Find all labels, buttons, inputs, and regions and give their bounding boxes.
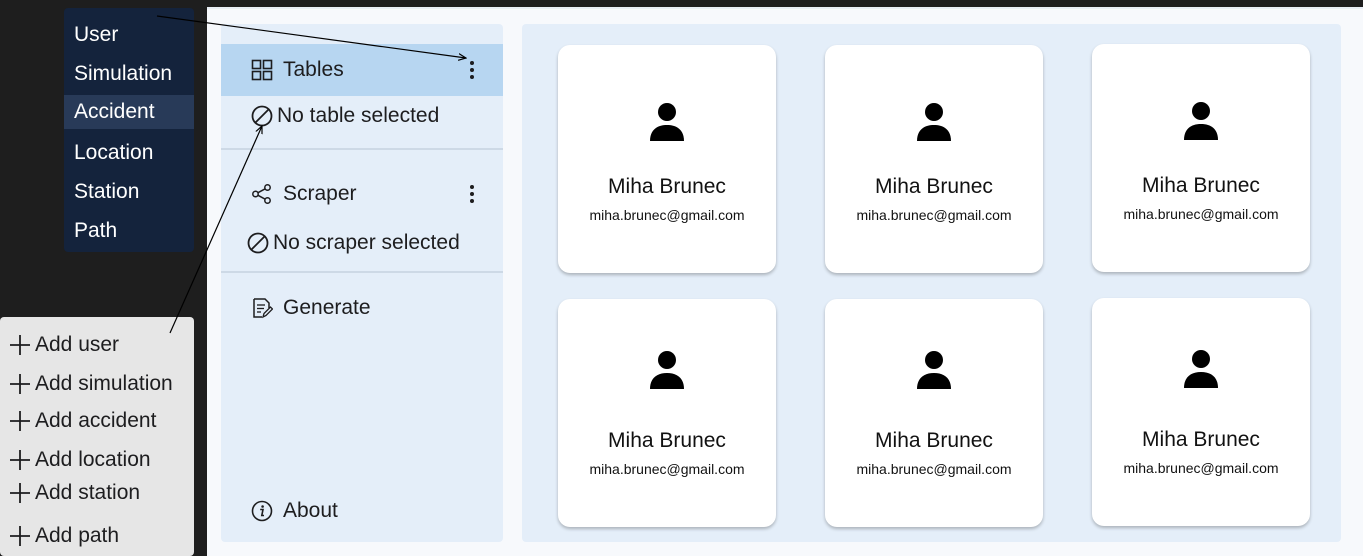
prohibited-icon: [251, 105, 273, 127]
menu-item-simulation[interactable]: Simulation: [64, 57, 194, 91]
grid-icon: [251, 59, 273, 81]
nav-scraper[interactable]: Scraper: [221, 168, 503, 220]
app-top-border: [207, 7, 1363, 9]
nav-generate[interactable]: Generate: [221, 282, 503, 334]
user-card[interactable]: Miha Brunec miha.brunec@gmail.com: [1092, 298, 1310, 526]
user-email: miha.brunec@gmail.com: [589, 207, 745, 223]
person-icon: [1184, 102, 1218, 140]
user-email: miha.brunec@gmail.com: [856, 461, 1012, 477]
user-email: miha.brunec@gmail.com: [856, 207, 1012, 223]
user-card[interactable]: Miha Brunec miha.brunec@gmail.com: [1092, 44, 1310, 272]
add-location-label: Add location: [35, 448, 151, 471]
plus-icon: [10, 526, 30, 546]
user-email: miha.brunec@gmail.com: [589, 461, 745, 477]
no-table-label: No table selected: [277, 104, 440, 127]
add-accident-item[interactable]: Add accident: [9, 407, 156, 435]
user-name: Miha Brunec: [608, 175, 726, 198]
nav-scraper-label: Scraper: [283, 182, 357, 205]
person-icon: [650, 351, 684, 389]
add-station-item[interactable]: Add station: [9, 479, 140, 507]
nav-about-label: About: [283, 499, 338, 522]
add-path-item[interactable]: Add path: [9, 522, 119, 550]
plus-icon: [10, 411, 30, 431]
user-name: Miha Brunec: [875, 429, 993, 452]
nav-tables-label: Tables: [283, 58, 344, 81]
user-name: Miha Brunec: [608, 429, 726, 452]
prohibited-icon: [247, 232, 269, 254]
add-user-label: Add user: [35, 333, 120, 356]
person-icon: [1184, 350, 1218, 388]
user-email: miha.brunec@gmail.com: [1123, 206, 1279, 222]
share-icon: [252, 184, 271, 204]
sidebar-divider: [221, 148, 503, 150]
menu-item-location[interactable]: Location: [64, 136, 194, 170]
menu-item-user[interactable]: User: [64, 18, 194, 52]
nav-tables[interactable]: Tables: [221, 44, 503, 96]
plus-icon: [10, 450, 30, 470]
tables-dropdown-menu: User Simulation Accident Location Statio…: [64, 8, 194, 252]
add-path-label: Add path: [35, 524, 120, 547]
plus-icon: [10, 483, 30, 503]
no-table-status: No table selected: [251, 104, 439, 128]
canvas-background: [0, 0, 1363, 7]
info-icon: [251, 500, 273, 522]
plus-icon: [10, 374, 30, 394]
no-scraper-status: No scraper selected: [247, 231, 460, 255]
user-card[interactable]: Miha Brunec miha.brunec@gmail.com: [825, 45, 1043, 273]
user-name: Miha Brunec: [1142, 174, 1260, 197]
add-dropdown-menu: Add user Add simulation Add accident Add…: [0, 317, 194, 556]
user-card[interactable]: Miha Brunec miha.brunec@gmail.com: [558, 45, 776, 273]
add-simulation-item[interactable]: Add simulation: [9, 370, 173, 398]
nav-generate-label: Generate: [283, 296, 371, 319]
scraper-more-icon[interactable]: [467, 183, 477, 205]
add-station-label: Add station: [35, 481, 141, 504]
nav-about[interactable]: About: [221, 485, 503, 537]
add-accident-label: Add accident: [35, 409, 157, 432]
plus-icon: [10, 335, 30, 355]
add-location-item[interactable]: Add location: [9, 446, 151, 474]
menu-item-accident[interactable]: Accident: [64, 95, 194, 129]
no-scraper-label: No scraper selected: [273, 231, 460, 254]
person-icon: [650, 103, 684, 141]
user-card[interactable]: Miha Brunec miha.brunec@gmail.com: [825, 299, 1043, 527]
user-card[interactable]: Miha Brunec miha.brunec@gmail.com: [558, 299, 776, 527]
person-icon: [917, 103, 951, 141]
sidebar-divider: [221, 271, 503, 273]
sidebar: Tables No table selected Scraper No scra…: [221, 24, 503, 542]
user-email: miha.brunec@gmail.com: [1123, 460, 1279, 476]
person-icon: [917, 351, 951, 389]
add-simulation-label: Add simulation: [35, 372, 173, 395]
document-edit-icon: [253, 298, 273, 319]
user-name: Miha Brunec: [875, 175, 993, 198]
menu-item-path[interactable]: Path: [64, 214, 194, 248]
tables-more-icon[interactable]: [467, 59, 477, 81]
add-user-item[interactable]: Add user: [9, 331, 119, 359]
menu-item-station[interactable]: Station: [64, 175, 194, 209]
user-name: Miha Brunec: [1142, 428, 1260, 451]
